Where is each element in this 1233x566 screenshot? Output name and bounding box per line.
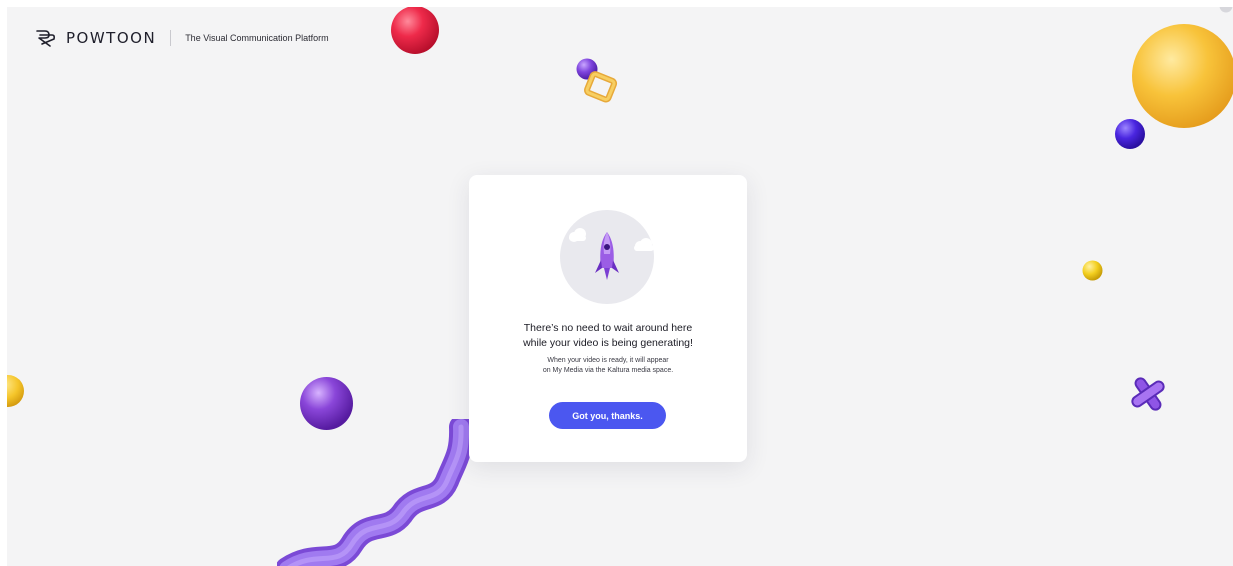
brand-divider [170, 30, 172, 46]
red-sphere-decoration [391, 7, 439, 54]
brand-name: POWTOON [66, 29, 157, 47]
dialog-message: When your video is ready, it will appear… [469, 356, 747, 376]
dialog-title-line-2: while your video is being generating! [523, 337, 693, 349]
page-background: POWTOON The Visual Communication Platfor… [7, 7, 1233, 566]
video-generating-dialog: There’s no need to wait around here whil… [469, 175, 747, 462]
dialog-message-line-2: on My Media via the Kaltura media space. [542, 367, 674, 374]
large-yellow-sphere-decoration [1132, 24, 1233, 128]
purple-cross-decoration [1131, 377, 1165, 411]
purple-wave-ribbon-decoration [277, 419, 474, 566]
powtoon-logo-icon [36, 30, 56, 47]
got-you-thanks-button[interactable]: Got you, thanks. [549, 402, 666, 429]
blue-sphere-decoration [1115, 119, 1145, 149]
brand-tagline: The Visual Communication Platform [185, 33, 329, 43]
brand-header: POWTOON The Visual Communication Platfor… [34, 27, 329, 49]
small-grey-sphere-decoration [1219, 7, 1233, 13]
dialog-title: There’s no need to wait around here whil… [469, 321, 747, 351]
dialog-message-line-1: When your video is ready, it will appear [547, 357, 669, 364]
yellow-square-frame-decoration [584, 71, 618, 103]
dialog-title-line-1: There’s no need to wait around here [523, 322, 693, 334]
half-yellow-sphere-decoration [7, 375, 24, 407]
small-yellow-sphere-decoration [1082, 260, 1103, 281]
rocket-icon [560, 210, 654, 304]
